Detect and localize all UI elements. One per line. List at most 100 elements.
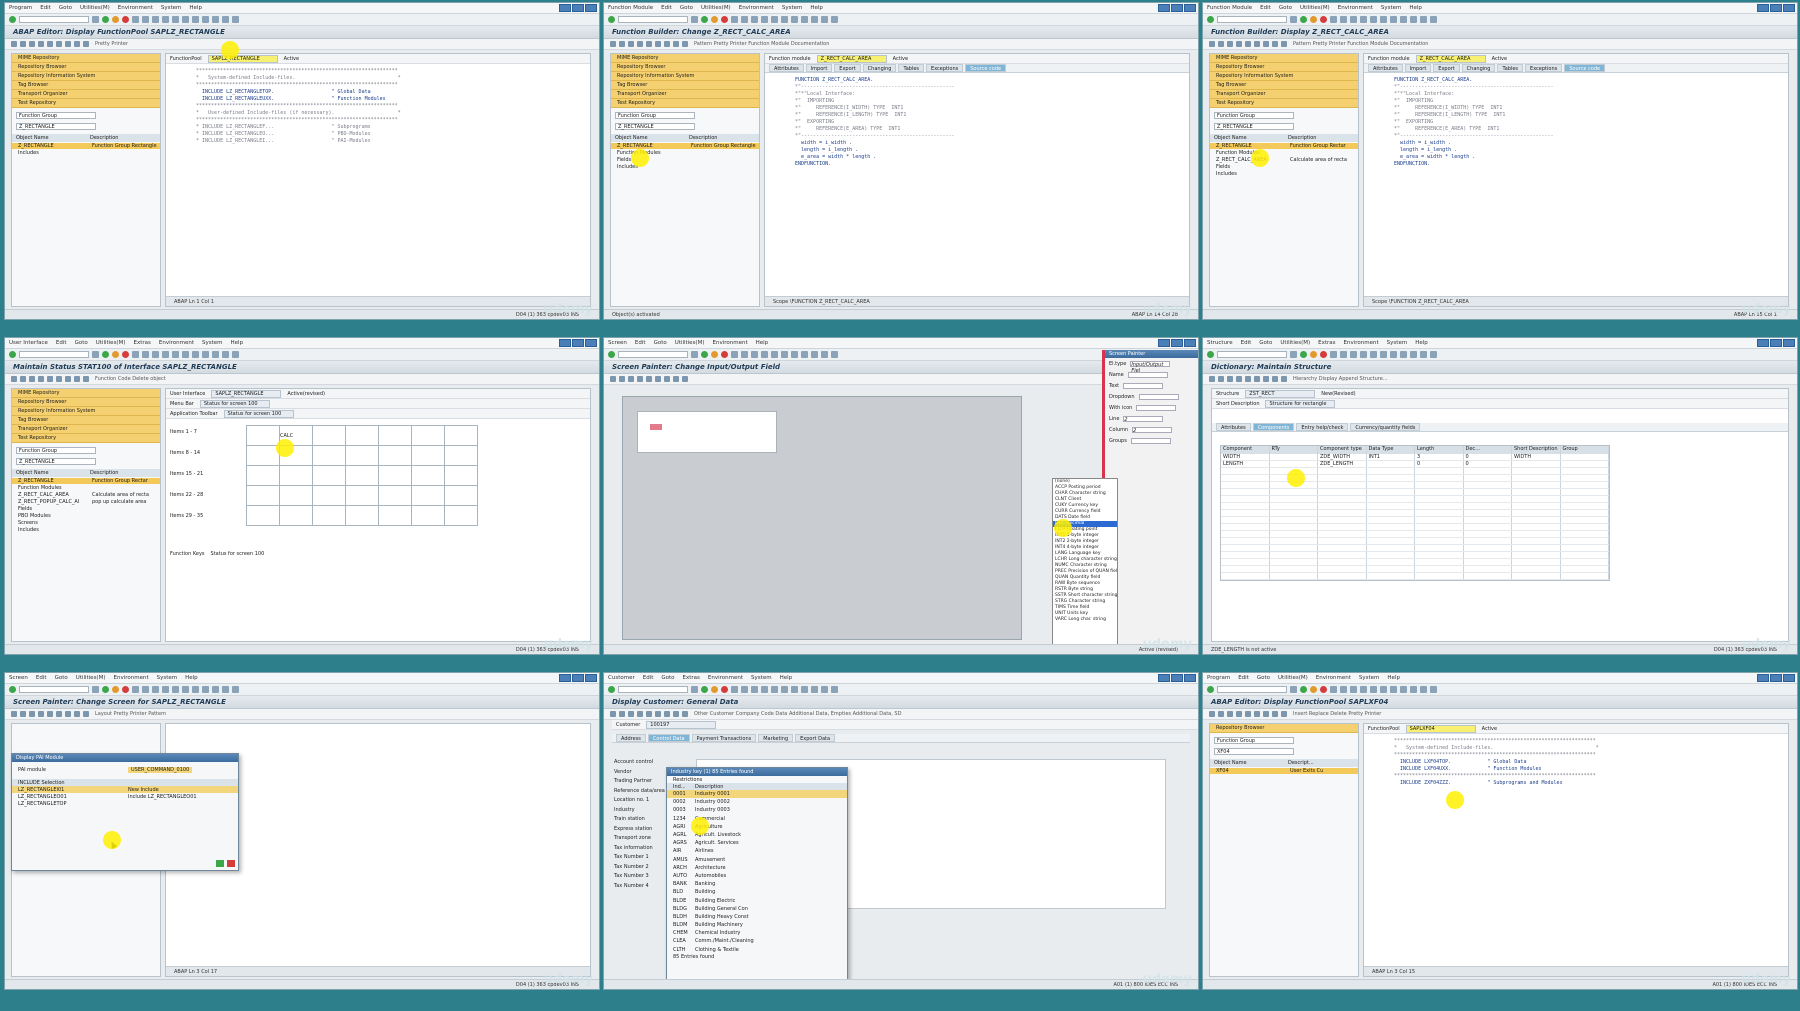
tab-import[interactable]: Import (1404, 64, 1432, 72)
print-icon[interactable] (132, 351, 139, 358)
table-cell[interactable] (1221, 468, 1270, 474)
last-page-icon[interactable] (1390, 686, 1397, 693)
table-cell[interactable] (1415, 545, 1464, 551)
table-cell[interactable] (1221, 482, 1270, 488)
close-button[interactable] (1184, 339, 1196, 347)
toolbar-icon[interactable] (619, 41, 625, 47)
enter-icon[interactable] (1207, 686, 1214, 693)
next-page-icon[interactable] (1380, 16, 1387, 23)
object-name-input[interactable]: XF04 (1214, 748, 1294, 755)
layout-icon[interactable] (831, 351, 838, 358)
command-field[interactable] (1217, 351, 1287, 358)
help-icon[interactable] (1420, 686, 1427, 693)
toolbar-icon[interactable] (655, 376, 661, 382)
toolbar-item-cell[interactable] (444, 445, 478, 466)
table-cell[interactable] (1415, 566, 1464, 572)
field-part[interactable]: Status for screen 100 (199, 399, 270, 408)
toolbar-item-cell[interactable] (345, 425, 379, 446)
menu-item[interactable]: Help (189, 5, 202, 11)
toolbar-icon[interactable] (646, 41, 652, 47)
table-cell[interactable] (1270, 538, 1318, 544)
tab-attributes[interactable]: Attributes (1368, 64, 1403, 72)
table-cell[interactable] (1415, 531, 1464, 537)
table-cell[interactable] (1367, 559, 1415, 565)
toolbar-icon[interactable] (1245, 711, 1251, 717)
menu-item[interactable]: Goto (1257, 675, 1270, 681)
nav-item[interactable]: Tag Browser (12, 416, 160, 425)
table-cell[interactable] (1318, 531, 1367, 537)
menu-item[interactable]: Environment (712, 340, 747, 346)
table-cell[interactable] (1318, 545, 1367, 551)
save-icon[interactable] (691, 351, 698, 358)
table-cell[interactable] (1512, 496, 1561, 502)
toolbar-icon[interactable] (610, 376, 616, 382)
layout-icon[interactable] (831, 16, 838, 23)
toolbar-icon[interactable] (619, 711, 625, 717)
toolbar-icon[interactable] (74, 41, 80, 47)
toolbar-icon[interactable] (11, 41, 17, 47)
maximize-button[interactable] (572, 674, 584, 682)
table-cell[interactable] (1561, 545, 1609, 551)
include-option[interactable]: LZ_RECTANGLEI01 New Include (12, 786, 238, 793)
help-icon[interactable] (821, 16, 828, 23)
table-cell[interactable] (1464, 552, 1512, 558)
table-cell[interactable] (1415, 482, 1464, 488)
toolbar-item-cell[interactable] (444, 485, 478, 506)
attribute-input[interactable] (1136, 404, 1177, 411)
table-cell[interactable] (1561, 566, 1609, 572)
prev-page-icon[interactable] (771, 16, 778, 23)
tree-row[interactable]: Includes (1210, 170, 1358, 177)
attribute-input[interactable]: 2 (1132, 426, 1173, 434)
toolbar-item-cell[interactable] (411, 425, 445, 446)
command-field[interactable] (19, 16, 89, 23)
toolbar-icon[interactable] (646, 711, 652, 717)
table-cell[interactable] (1270, 524, 1318, 530)
table-cell[interactable] (1367, 566, 1415, 572)
source-code[interactable]: ****************************************… (1364, 734, 1788, 787)
table-cell[interactable] (1318, 566, 1367, 572)
toolbar-icon[interactable] (1227, 41, 1233, 47)
menu-item[interactable]: System (1381, 5, 1402, 11)
layout-icon[interactable] (1430, 351, 1437, 358)
nav-item[interactable]: Tag Browser (611, 81, 759, 90)
menu-item[interactable]: Function Module (608, 5, 653, 11)
menu-item[interactable]: Edit (40, 5, 51, 11)
include-option[interactable]: LZ_RECTANGLETOP (12, 800, 238, 807)
table-cell[interactable] (1221, 517, 1270, 523)
toolbar-icon[interactable] (11, 711, 17, 717)
table-cell[interactable] (1464, 545, 1512, 551)
menu-item[interactable]: Environment (159, 340, 194, 346)
field-part[interactable]: SAPLZ_RECTANGLE (211, 389, 282, 398)
toolbar-item-cell[interactable] (279, 505, 313, 526)
toolbar-icon[interactable] (65, 376, 71, 382)
print-icon[interactable] (1330, 16, 1337, 23)
table-cell[interactable]: 3 (1415, 454, 1464, 460)
first-page-icon[interactable] (1360, 686, 1367, 693)
table-cell[interactable] (1318, 503, 1367, 509)
tree-row[interactable]: Z_RECT_CALC_AREA Calculate area of recta (1210, 156, 1358, 163)
table-cell[interactable] (1318, 482, 1367, 488)
tab-entry-help-check[interactable]: Entry help/check (1296, 423, 1349, 431)
table-cell[interactable] (1561, 552, 1609, 558)
table-cell[interactable] (1221, 524, 1270, 530)
table-cell[interactable] (1561, 538, 1609, 544)
table-cell[interactable] (1415, 524, 1464, 530)
menu-item[interactable]: System (782, 5, 803, 11)
toolbar-icon[interactable] (637, 711, 643, 717)
next-page-icon[interactable] (1380, 351, 1387, 358)
close-button[interactable] (585, 339, 597, 347)
tab-payment-transactions[interactable]: Payment Transactions (691, 734, 757, 742)
table-cell[interactable] (1561, 524, 1609, 530)
table-cell[interactable] (1415, 559, 1464, 565)
table-row[interactable]: LENGTH ZDE_LENGTH 0 0 (1221, 461, 1609, 468)
find-next-icon[interactable] (1350, 351, 1357, 358)
layout-icon[interactable] (232, 351, 239, 358)
toolbar-icon[interactable] (83, 41, 89, 47)
table-cell[interactable] (1318, 510, 1367, 516)
menu-item[interactable]: User Interface (9, 340, 48, 346)
print-icon[interactable] (731, 351, 738, 358)
table-cell[interactable] (1415, 510, 1464, 516)
table-cell[interactable] (1270, 552, 1318, 558)
toolbar-item-cell[interactable] (411, 485, 445, 506)
menu-item[interactable]: Help (1409, 5, 1422, 11)
